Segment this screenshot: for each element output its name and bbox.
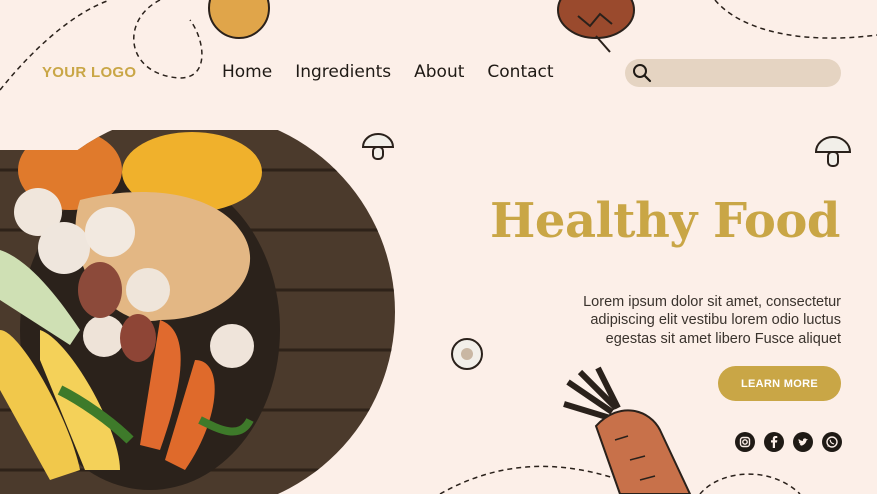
hero-title: Healthy Food — [490, 193, 840, 249]
search-input[interactable] — [659, 63, 833, 85]
main-nav: Home Ingredients About Contact — [222, 62, 554, 82]
onion-doodle — [557, 0, 635, 53]
nav-item-ingredients[interactable]: Ingredients — [295, 62, 391, 82]
mushroom-doodle — [451, 338, 483, 370]
nav-item-home[interactable]: Home — [222, 62, 272, 82]
nav-item-contact[interactable]: Contact — [487, 62, 553, 82]
search-bar[interactable] — [625, 59, 841, 87]
twitter-icon[interactable] — [793, 432, 813, 452]
instagram-icon[interactable] — [735, 432, 755, 452]
facebook-icon[interactable] — [764, 432, 784, 452]
learn-more-button[interactable]: LEARN MORE — [718, 366, 841, 401]
social-links — [735, 432, 842, 452]
landing-page: YOUR LOGO Home Ingredients About Contact… — [0, 0, 877, 494]
hero-description: Lorem ipsum dolor sit amet, consectetur … — [583, 293, 841, 347]
carrot-doodle — [563, 366, 692, 494]
nav-item-about[interactable]: About — [414, 62, 464, 82]
mushroom-doodle — [361, 133, 395, 160]
logo[interactable]: YOUR LOGO — [42, 64, 136, 81]
whatsapp-icon[interactable] — [822, 432, 842, 452]
search-icon[interactable] — [632, 63, 652, 83]
mushroom-doodle — [814, 136, 852, 167]
